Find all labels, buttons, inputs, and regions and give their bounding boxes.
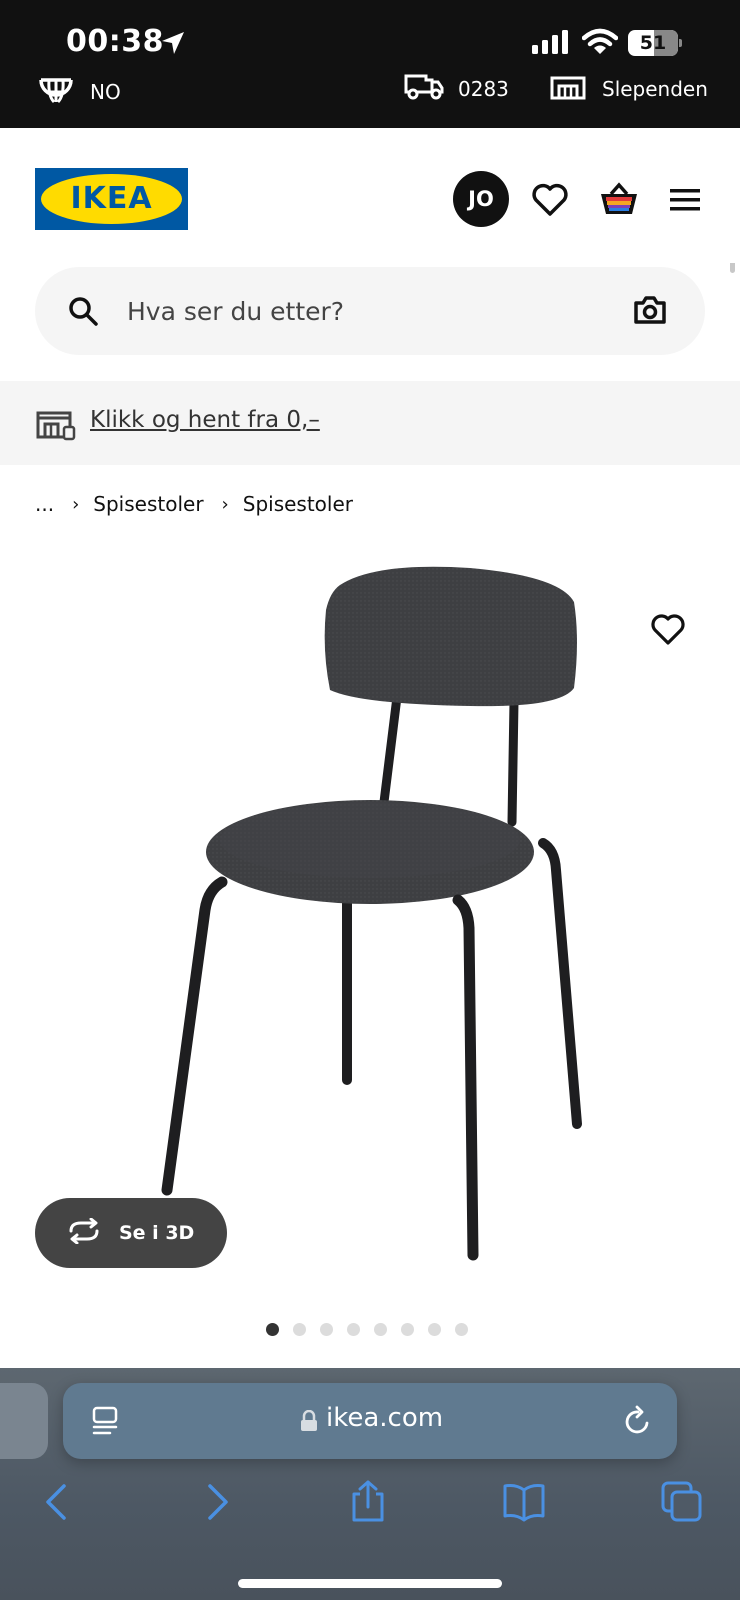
store-selector[interactable]: Slependen [550,72,708,105]
search-bar[interactable] [35,267,705,355]
reload-icon[interactable] [623,1405,653,1441]
search-icon [67,295,99,331]
see-in-3d-button[interactable]: Se i 3D [35,1198,227,1268]
carousel-dot[interactable] [374,1323,387,1336]
carousel-dot[interactable] [347,1323,360,1336]
click-collect-banner: Klikk og hent fra 0,– [0,381,740,465]
store-pickup-icon [36,407,76,445]
carousel-dot[interactable] [293,1323,306,1336]
breadcrumb-item[interactable]: Spisestoler [243,492,353,516]
product-image-carousel[interactable]: Se i 3D [0,540,740,1330]
home-indicator [238,1579,502,1588]
user-avatar-button[interactable]: JO [453,171,509,227]
delivery-zip-selector[interactable]: 0283 [404,72,509,105]
globe-icon [38,72,74,111]
store-icon [550,72,586,105]
back-icon[interactable] [36,1480,80,1524]
cellular-signal-icon [532,30,568,58]
share-icon[interactable] [346,1480,390,1524]
camera-search-icon[interactable] [633,294,667,330]
hamburger-menu-icon[interactable] [668,180,708,220]
carousel-dot[interactable] [428,1323,441,1336]
status-bar: 00:38 51 NO 0283 Slependen [0,0,740,128]
browser-chrome: ikea.com [0,1368,740,1600]
language-label: NO [90,79,121,104]
basket-icon[interactable] [598,180,638,220]
address-bar[interactable]: ikea.com [63,1383,677,1459]
site-header: IKEA JO [0,128,740,263]
battery-icon: 51 [628,30,682,56]
ikea-logo[interactable]: IKEA [35,168,188,230]
forward-icon[interactable] [194,1480,238,1524]
language-selector[interactable]: NO [38,72,121,111]
chevron-right-icon: › [72,493,80,515]
url-domain: ikea.com [326,1403,444,1433]
heart-icon[interactable] [530,180,570,220]
tabs-icon[interactable] [660,1480,704,1524]
rotate-3d-icon [65,1217,103,1249]
previous-tab-preview[interactable] [0,1383,48,1459]
bookmarks-icon[interactable] [502,1480,546,1524]
battery-level: 51 [639,32,667,54]
search-input[interactable] [127,287,607,335]
carousel-dot[interactable] [455,1323,468,1336]
logo-text: IKEA [70,181,153,216]
carousel-dot[interactable] [320,1323,333,1336]
truck-icon [404,72,444,105]
chevron-right-icon: › [221,493,229,515]
location-arrow-icon [160,30,186,60]
utility-bar: NO 0283 Slependen [0,72,740,106]
carousel-pagination [266,1323,468,1336]
breadcrumb: ... › Spisestoler › Spisestoler [35,492,353,516]
lock-icon [300,1409,318,1436]
see-in-3d-label: Se i 3D [119,1222,195,1244]
reader-mode-icon[interactable] [91,1405,121,1441]
breadcrumb-ellipsis[interactable]: ... [35,492,54,516]
carousel-dot[interactable] [401,1323,414,1336]
store-label: Slependen [602,76,708,101]
browser-toolbar [0,1480,740,1540]
status-time: 00:38 [66,24,164,59]
zip-label: 0283 [458,76,509,101]
breadcrumb-item[interactable]: Spisestoler [93,492,203,516]
click-collect-link[interactable]: Klikk og hent fra 0,– [90,407,320,433]
wifi-icon [581,28,619,60]
add-to-favorites-icon[interactable] [650,612,686,650]
carousel-dot[interactable] [266,1323,279,1336]
